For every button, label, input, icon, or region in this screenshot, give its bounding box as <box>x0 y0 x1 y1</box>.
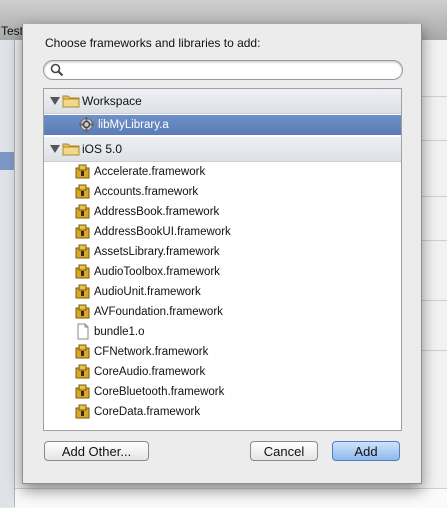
framework-icon <box>75 244 90 259</box>
list-item[interactable]: Accelerate.framework <box>44 162 401 182</box>
list-item[interactable]: libMyLibrary.a <box>44 115 401 135</box>
list-item[interactable]: CFNetwork.framework <box>44 342 401 362</box>
item-label: AddressBookUI.framework <box>94 226 231 238</box>
list-item[interactable]: Accounts.framework <box>44 182 401 202</box>
framework-icon <box>75 264 90 279</box>
group-label: iOS 5.0 <box>82 142 123 156</box>
list-item[interactable]: AudioUnit.framework <box>44 282 401 302</box>
item-label: AudioToolbox.framework <box>94 266 220 278</box>
background-status-bar <box>15 488 447 508</box>
list-item[interactable]: CoreAudio.framework <box>44 362 401 382</box>
framework-icon <box>75 304 90 319</box>
framework-icon <box>75 164 90 179</box>
group-row[interactable]: Workspace <box>44 89 401 114</box>
search-input[interactable] <box>68 62 394 77</box>
framework-icon <box>75 224 90 239</box>
background-sidebar <box>0 40 15 507</box>
item-label: CFNetwork.framework <box>94 346 209 358</box>
list-item[interactable]: AddressBook.framework <box>44 202 401 222</box>
list-item[interactable]: AVFoundation.framework <box>44 302 401 322</box>
item-label: libMyLibrary.a <box>98 119 169 131</box>
item-label: Accelerate.framework <box>94 166 206 178</box>
list-item[interactable]: CoreData.framework <box>44 402 401 422</box>
folder-icon <box>62 143 80 156</box>
disclosure-triangle-icon[interactable] <box>50 96 60 106</box>
list-item[interactable]: AddressBookUI.framework <box>44 222 401 242</box>
search-icon <box>50 63 64 77</box>
framework-icon <box>75 364 90 379</box>
item-label: AddressBook.framework <box>94 206 220 218</box>
cancel-button[interactable]: Cancel <box>250 441 318 461</box>
framework-icon <box>75 184 90 199</box>
framework-icon <box>75 404 90 419</box>
framework-icon <box>75 284 90 299</box>
item-label: Accounts.framework <box>94 186 199 198</box>
item-label: CoreData.framework <box>94 406 201 418</box>
framework-icon <box>75 204 90 219</box>
library-icon <box>79 117 94 132</box>
background-window-title: Test <box>1 24 24 38</box>
group-row[interactable]: iOS 5.0 <box>44 137 401 162</box>
framework-list[interactable]: Workspace libMyLibrary.a iOS 5.0 Accelerate… <box>43 88 402 431</box>
item-label: CoreAudio.framework <box>94 366 206 378</box>
background-sidebar-selection <box>0 152 14 170</box>
search-field[interactable] <box>43 60 403 80</box>
item-label: CoreBluetooth.framework <box>94 386 225 398</box>
list-item[interactable]: CoreBluetooth.framework <box>44 382 401 402</box>
framework-icon <box>75 344 90 359</box>
item-label: AudioUnit.framework <box>94 286 201 298</box>
item-label: bundle1.o <box>94 326 145 338</box>
framework-icon <box>75 384 90 399</box>
disclosure-triangle-icon[interactable] <box>50 144 60 154</box>
list-item[interactable]: AssetsLibrary.framework <box>44 242 401 262</box>
file-icon <box>77 323 89 340</box>
add-frameworks-sheet: Choose frameworks and libraries to add: … <box>22 24 422 484</box>
add-button[interactable]: Add <box>332 441 400 461</box>
item-label: AVFoundation.framework <box>94 306 223 318</box>
folder-icon <box>62 95 80 108</box>
add-other-button[interactable]: Add Other... <box>44 441 149 461</box>
group-label: Workspace <box>82 94 142 108</box>
list-item[interactable]: bundle1.o <box>44 322 401 342</box>
sheet-title: Choose frameworks and libraries to add: <box>45 36 261 50</box>
item-label: AssetsLibrary.framework <box>94 246 220 258</box>
list-item[interactable]: AudioToolbox.framework <box>44 262 401 282</box>
